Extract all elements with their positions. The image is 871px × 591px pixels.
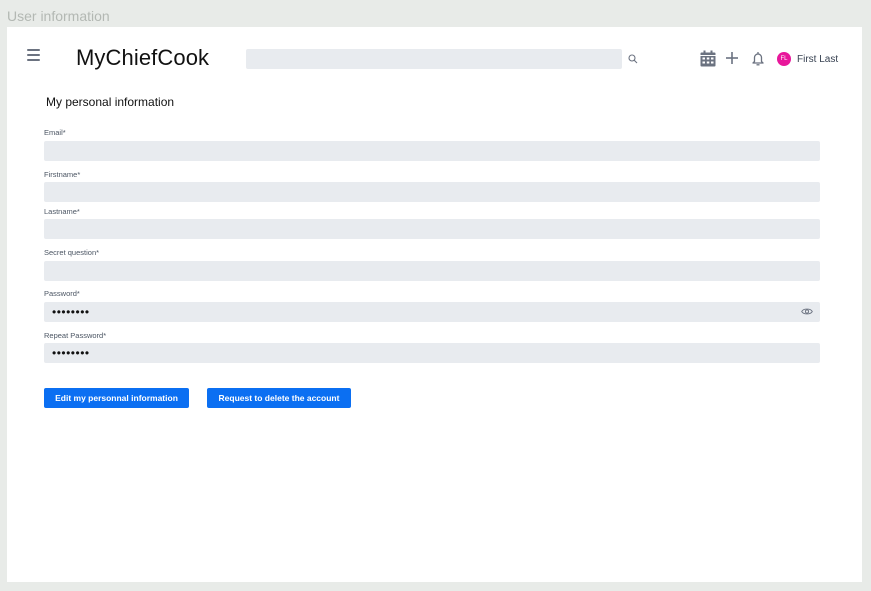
user-name[interactable]: First Last (797, 54, 838, 65)
frame-title: User information (7, 8, 110, 24)
password-field[interactable] (44, 302, 820, 322)
page-title: My personal information (46, 95, 175, 109)
firstname-field[interactable] (44, 182, 820, 202)
bell-icon[interactable] (751, 51, 765, 66)
firstname-label: Firstname* (44, 170, 81, 179)
lastname-field[interactable] (44, 219, 820, 239)
avatar[interactable]: FL (777, 52, 791, 66)
secret-question-label: Secret question* (44, 248, 100, 257)
calendar-icon[interactable] (700, 50, 716, 67)
repeat-password-field[interactable] (44, 343, 820, 363)
eye-icon[interactable] (801, 307, 813, 316)
user-information-panel: MyChiefCook FL First Last My personal in… (7, 27, 862, 582)
search-input[interactable] (246, 49, 622, 69)
repeat-password-label: Repeat Password* (44, 331, 107, 340)
app-brand[interactable]: MyChiefCook (76, 45, 209, 71)
secret-question-field[interactable] (44, 261, 820, 281)
search-icon[interactable] (628, 54, 638, 64)
edit-information-button[interactable]: Edit my personnal information (44, 388, 189, 408)
delete-account-button[interactable]: Request to delete the account (207, 388, 351, 408)
menu-icon[interactable] (27, 49, 40, 61)
email-label: Email* (44, 128, 66, 137)
email-field[interactable] (44, 141, 820, 161)
plus-icon[interactable] (725, 51, 739, 65)
password-label: Password* (44, 289, 80, 298)
lastname-label: Lastname* (44, 207, 80, 216)
